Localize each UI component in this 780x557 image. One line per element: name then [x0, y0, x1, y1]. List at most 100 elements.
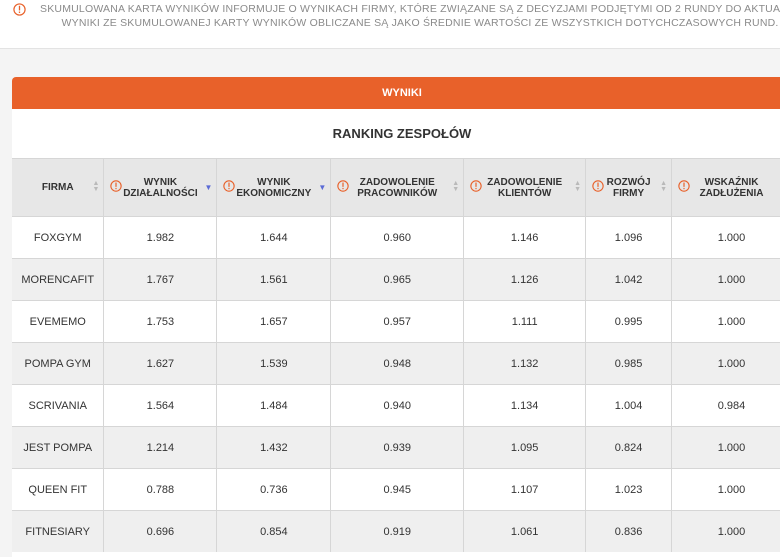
column-header-zadowolenie-klientow[interactable]: ZADOWOLENIE KLIENTÓW ▲ ▼ — [463, 158, 587, 217]
firm-name: EVEMEMO — [12, 300, 105, 343]
info-circle-icon[interactable] — [337, 180, 349, 195]
column-label-line-2: DZIAŁALNOŚCI — [123, 187, 198, 199]
column-label-line-1: WSKAŹNIK — [704, 176, 759, 188]
cell-zadowolenie-klientow: 1.061 — [463, 510, 587, 552]
column-header-wynik-ekonomiczny[interactable]: WYNIK EKONOMICZNY ▼ — [216, 158, 332, 217]
sort-arrows-icon[interactable]: ▲ ▼ — [574, 180, 581, 193]
firm-name: FITNESIARY — [12, 510, 105, 552]
table-row: EVEMEMO 1.753 1.657 0.957 1.111 0.995 1.… — [12, 300, 780, 343]
cell-rozwoj-firmy: 0.995 — [585, 300, 673, 343]
cell-zadowolenie-klientow: 1.146 — [463, 216, 587, 259]
info-circle-icon — [13, 3, 26, 21]
cell-wynik-ekonomiczny: 1.561 — [216, 258, 332, 301]
column-label-line-2: KLIENTÓW — [497, 187, 552, 199]
cell-wynik-dzialalnosci: 1.627 — [103, 342, 218, 385]
column-header-wynik-dzialalnosci[interactable]: WYNIK DZIAŁALNOŚCI ▼ — [103, 158, 218, 217]
results-card: WYNIKI RANKING ZESPOŁÓW FIRMA ▲ ▼ WYNIK DZ… — [12, 77, 780, 557]
notice-line-2: WYNIKI ZE SKUMULOWANEJ KARTY WYNIKÓW OBL… — [61, 17, 779, 29]
firm-name: QUEEN FIT — [12, 468, 105, 511]
cell-zadowolenie-klientow: 1.095 — [463, 426, 587, 469]
cell-wskaznik-zadluzenia: 1.000 — [671, 216, 780, 259]
info-notice: SKUMULOWANA KARTA WYNIKÓW INFORMUJE O WY… — [0, 0, 780, 49]
sort-arrows-icon[interactable]: ▲ ▼ — [452, 180, 459, 193]
firm-name: JEST POMPA — [12, 426, 105, 469]
cell-zadowolenie-pracownikow: 0.965 — [330, 258, 465, 301]
cell-wskaznik-zadluzenia: 1.000 — [671, 510, 780, 552]
cell-rozwoj-firmy: 1.004 — [585, 384, 673, 427]
cell-rozwoj-firmy: 0.985 — [585, 342, 673, 385]
cell-rozwoj-firmy: 0.836 — [585, 510, 673, 552]
column-label-line-2: FIRMY — [613, 187, 645, 199]
column-label-line-2: PRACOWNIKÓW — [357, 187, 438, 199]
cell-wynik-ekonomiczny: 1.484 — [216, 384, 332, 427]
info-circle-icon[interactable] — [470, 180, 482, 195]
cell-wskaznik-zadluzenia: 1.000 — [671, 468, 780, 511]
cell-wskaznik-zadluzenia: 0.984 — [671, 384, 780, 427]
column-header-zadowolenie-pracownikow[interactable]: ZADOWOLENIE PRACOWNIKÓW ▲ ▼ — [330, 158, 465, 217]
table-header-row: FIRMA ▲ ▼ WYNIK DZIAŁALNOŚCI ▼ WYNIK EKONOM… — [12, 158, 780, 217]
cell-zadowolenie-pracownikow: 0.919 — [330, 510, 465, 552]
cell-wynik-dzialalnosci: 0.788 — [103, 468, 218, 511]
cell-wynik-ekonomiczny: 1.657 — [216, 300, 332, 343]
cell-wynik-ekonomiczny: 1.539 — [216, 342, 332, 385]
column-header-rozwoj-firmy[interactable]: ROZWÓJ FIRMY ▲ ▼ — [585, 158, 673, 217]
info-circle-icon[interactable] — [110, 180, 123, 195]
column-label-line-1: ZADOWOLENIE — [487, 176, 563, 188]
cell-wynik-ekonomiczny: 0.736 — [216, 468, 332, 511]
column-header-wskaznik-zadluzenia[interactable]: WSKAŹNIK ZADŁUŻENIA — [671, 158, 780, 217]
cell-zadowolenie-pracownikow: 0.957 — [330, 300, 465, 343]
column-label-line-1: ROZWÓJ — [606, 176, 651, 188]
cell-zadowolenie-klientow: 1.132 — [463, 342, 587, 385]
cell-wynik-dzialalnosci: 1.564 — [103, 384, 218, 427]
cell-wskaznik-zadluzenia: 1.000 — [671, 426, 780, 469]
cell-wynik-ekonomiczny: 1.432 — [216, 426, 332, 469]
firm-name: POMPA GYM — [12, 342, 105, 385]
ranking-table: FIRMA ▲ ▼ WYNIK DZIAŁALNOŚCI ▼ WYNIK EKONOM… — [12, 158, 780, 552]
notice-line-1: SKUMULOWANA KARTA WYNIKÓW INFORMUJE O WY… — [40, 3, 780, 15]
table-row: SCRIVANIA 1.564 1.484 0.940 1.134 1.004 … — [12, 384, 780, 427]
sort-arrows-icon[interactable]: ▲ ▼ — [93, 180, 100, 193]
cell-zadowolenie-pracownikow: 0.945 — [330, 468, 465, 511]
cell-wskaznik-zadluzenia: 1.000 — [671, 342, 780, 385]
cell-wynik-dzialalnosci: 1.214 — [103, 426, 218, 469]
firm-name: MORENCAFIT — [12, 258, 105, 301]
table-row: FOXGYM 1.982 1.644 0.960 1.146 1.096 1.0… — [12, 216, 780, 259]
table-row: FITNESIARY 0.696 0.854 0.919 1.061 0.836… — [12, 510, 780, 552]
info-circle-icon[interactable] — [592, 180, 604, 195]
info-circle-icon[interactable] — [223, 180, 236, 195]
column-label-line-1: WYNIK — [143, 176, 178, 188]
cell-zadowolenie-klientow: 1.111 — [463, 300, 587, 343]
cell-zadowolenie-pracownikow: 0.939 — [330, 426, 465, 469]
sort-desc-icon[interactable]: ▼ — [204, 184, 212, 192]
cell-zadowolenie-klientow: 1.126 — [463, 258, 587, 301]
column-label-line-1: WYNIK — [257, 176, 291, 188]
cell-zadowolenie-klientow: 1.107 — [463, 468, 587, 511]
firm-name: FOXGYM — [12, 216, 105, 259]
firm-name: SCRIVANIA — [12, 384, 105, 427]
info-circle-icon[interactable] — [678, 180, 690, 195]
cell-zadowolenie-klientow: 1.134 — [463, 384, 587, 427]
cell-wskaznik-zadluzenia: 1.000 — [671, 258, 780, 301]
cell-zadowolenie-pracownikow: 0.948 — [330, 342, 465, 385]
table-row: MORENCAFIT 1.767 1.561 0.965 1.126 1.042… — [12, 258, 780, 301]
cell-rozwoj-firmy: 1.023 — [585, 468, 673, 511]
cell-wynik-dzialalnosci: 1.753 — [103, 300, 218, 343]
ranking-title: RANKING ZESPOŁÓW — [332, 126, 472, 141]
sort-desc-icon[interactable]: ▼ — [318, 184, 326, 192]
column-label-line-2: ZADŁUŻENIA — [699, 187, 764, 199]
table-row: POMPA GYM 1.627 1.539 0.948 1.132 0.985 … — [12, 342, 780, 385]
cell-zadowolenie-pracownikow: 0.940 — [330, 384, 465, 427]
cell-rozwoj-firmy: 1.096 — [585, 216, 673, 259]
cell-wynik-dzialalnosci: 1.767 — [103, 258, 218, 301]
cell-rozwoj-firmy: 0.824 — [585, 426, 673, 469]
sort-arrows-icon[interactable]: ▲ ▼ — [660, 180, 667, 193]
cell-rozwoj-firmy: 1.042 — [585, 258, 673, 301]
cell-wynik-ekonomiczny: 1.644 — [216, 216, 332, 259]
cell-zadowolenie-pracownikow: 0.960 — [330, 216, 465, 259]
cell-wynik-ekonomiczny: 0.854 — [216, 510, 332, 552]
cell-wynik-dzialalnosci: 1.982 — [103, 216, 218, 259]
cell-wskaznik-zadluzenia: 1.000 — [671, 300, 780, 343]
column-label: FIRMA — [41, 182, 74, 193]
table-row: QUEEN FIT 0.788 0.736 0.945 1.107 1.023 … — [12, 468, 780, 511]
column-header-firma[interactable]: FIRMA ▲ ▼ — [12, 158, 105, 217]
